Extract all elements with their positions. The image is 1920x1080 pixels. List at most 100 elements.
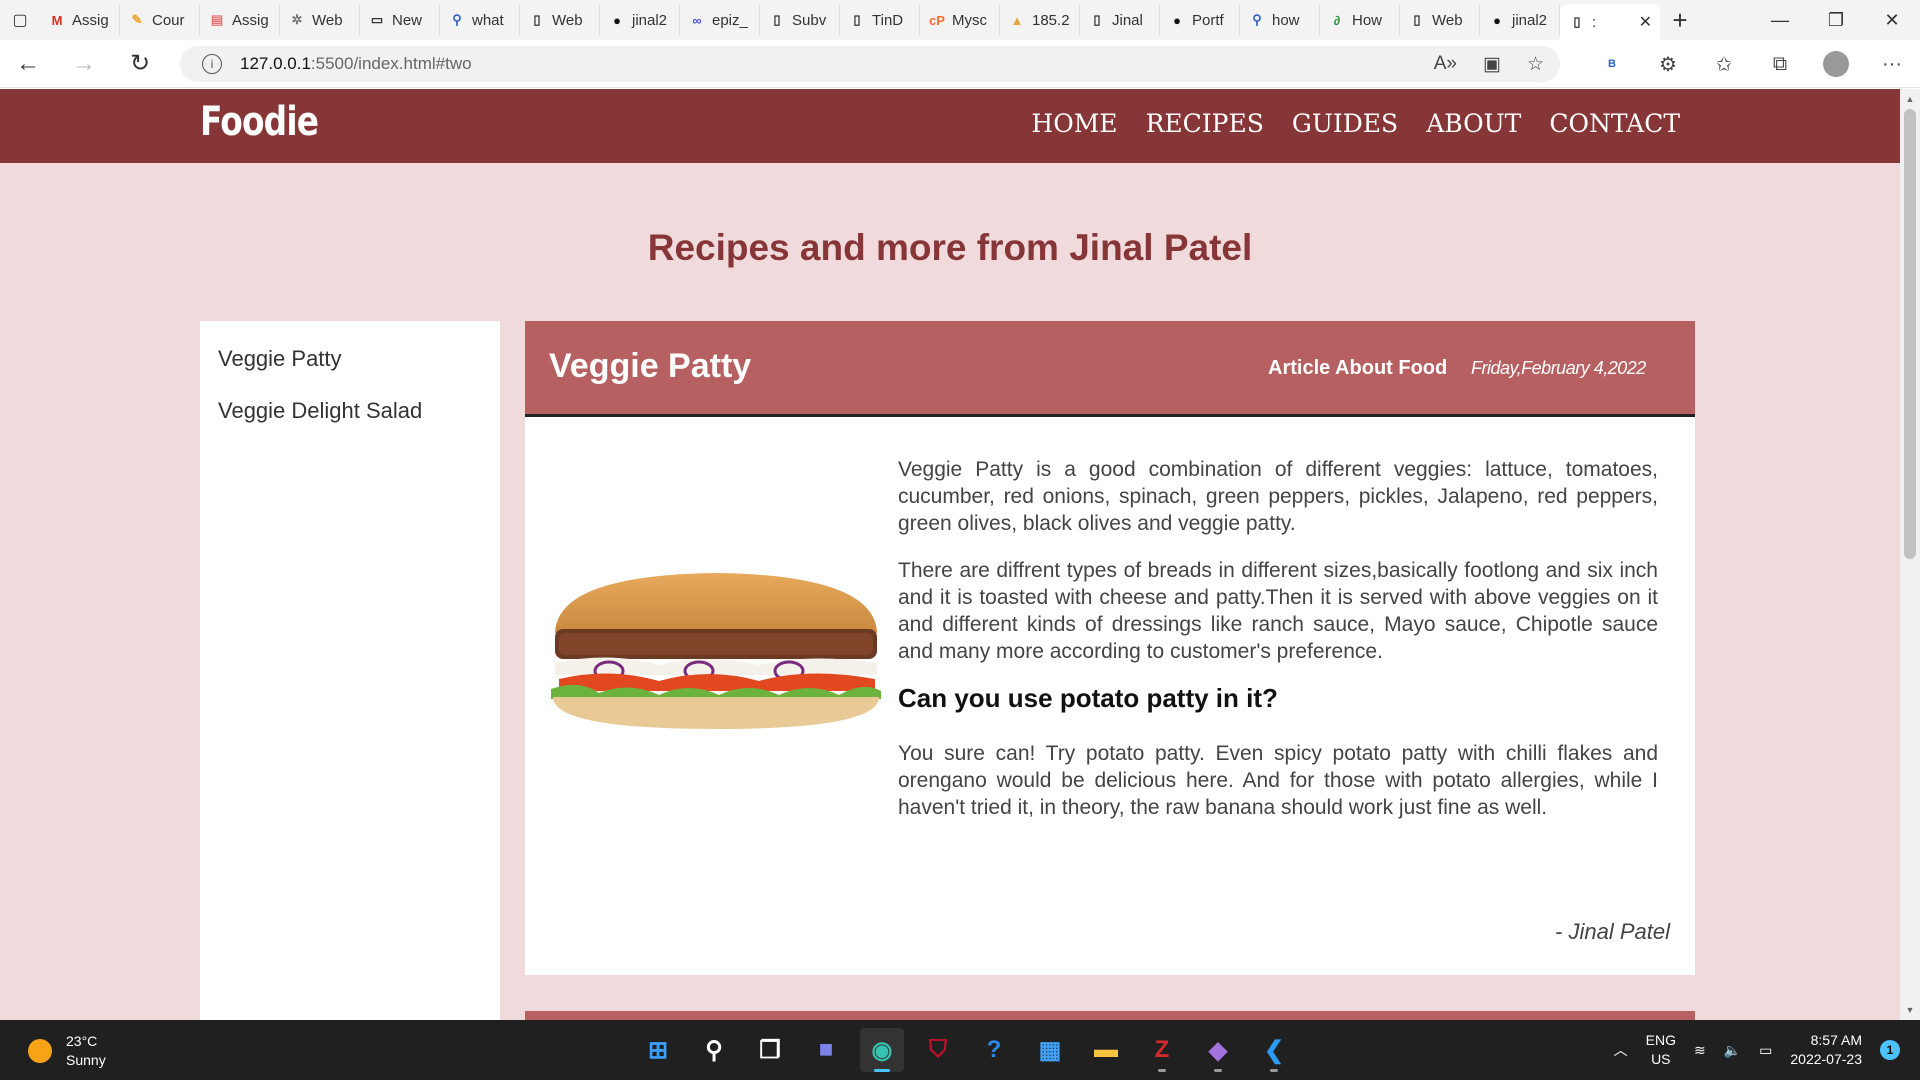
site-header: Foodie HOME RECIPES GUIDES ABOUT CONTACT bbox=[0, 89, 1900, 163]
nav-link-home[interactable]: HOME bbox=[1031, 109, 1117, 138]
clock[interactable]: 8:57 AM 2022-07-23 bbox=[1790, 1031, 1862, 1069]
tab-title: what bbox=[472, 11, 504, 29]
address-bar-actions: A» ▣ ☆ bbox=[1434, 46, 1544, 82]
recipe-sidebar: Veggie Patty Veggie Delight Salad bbox=[200, 321, 500, 1020]
search-icon: ⚲ bbox=[452, 12, 462, 27]
back-button[interactable]: ← bbox=[0, 40, 56, 88]
sidebar-recipe-link[interactable]: Veggie Patty bbox=[218, 343, 482, 374]
edge-icon[interactable]: ◉ bbox=[860, 1028, 904, 1072]
browser-tab[interactable]: ▤ Assig bbox=[200, 4, 280, 36]
browser-tab[interactable]: ▯ Web bbox=[520, 4, 600, 36]
tab-actions-icon[interactable]: ▢ bbox=[0, 0, 40, 40]
minimize-icon[interactable]: — bbox=[1752, 0, 1808, 40]
file-explorer-icon[interactable]: ▬ bbox=[1084, 1028, 1128, 1072]
store-icon[interactable]: ▦ bbox=[1028, 1028, 1072, 1072]
site-logo[interactable]: Foodie bbox=[200, 99, 319, 145]
browser-tab[interactable]: M Assig bbox=[40, 4, 120, 36]
gmail-icon: M bbox=[51, 12, 63, 28]
tab-title: Assig bbox=[72, 11, 109, 29]
profile-avatar[interactable] bbox=[1823, 51, 1849, 77]
weather-condition: Sunny bbox=[66, 1052, 106, 1068]
browser-tab[interactable]: ▯ Subv bbox=[760, 4, 840, 36]
window-controls: — ❐ ✕ bbox=[1752, 0, 1920, 40]
page-viewport: Foodie HOME RECIPES GUIDES ABOUT CONTACT Rec… bbox=[0, 89, 1900, 1020]
help-icon[interactable]: ? bbox=[972, 1028, 1016, 1072]
immersive-reader-icon[interactable]: ▣ bbox=[1483, 53, 1501, 76]
article-body: Veggie Patty is a good combination of di… bbox=[898, 456, 1658, 841]
browser-tab[interactable]: ▯ Jinal bbox=[1080, 4, 1160, 36]
forward-button[interactable]: → bbox=[56, 40, 112, 88]
page-title: Recipes and more from Jinal Patel bbox=[647, 227, 1253, 268]
scroll-down-icon[interactable]: ▼ bbox=[1900, 1000, 1920, 1020]
weather-widget[interactable]: 23°C Sunny bbox=[28, 1032, 106, 1070]
page-icon: ▯ bbox=[1093, 12, 1101, 27]
site-info-icon[interactable]: i bbox=[202, 54, 222, 74]
sidebar-recipe-link[interactable]: Veggie Delight Salad bbox=[218, 395, 482, 426]
tab-title: Web bbox=[552, 11, 583, 29]
temperature: 23°C bbox=[66, 1033, 98, 1049]
browser-tab[interactable]: ✎ Cour bbox=[120, 4, 200, 36]
chat-icon[interactable]: ■ bbox=[804, 1028, 848, 1072]
browser-tab[interactable]: ▲ 185.2 bbox=[1000, 4, 1080, 36]
browser-tab[interactable]: ✲ Web bbox=[280, 4, 360, 36]
notification-badge[interactable]: 1 bbox=[1880, 1040, 1900, 1060]
browser-tab[interactable]: ⚲ what bbox=[440, 4, 520, 36]
visual-studio-icon[interactable]: ◆ bbox=[1196, 1028, 1240, 1072]
browser-tab[interactable]: ● Portf bbox=[1160, 4, 1240, 36]
close-window-icon[interactable]: ✕ bbox=[1864, 0, 1920, 40]
scroll-thumb[interactable] bbox=[1904, 109, 1916, 559]
browser-tab[interactable]: ● jinal2 bbox=[1480, 4, 1560, 36]
mcafee-icon[interactable]: ⛉ bbox=[916, 1028, 960, 1072]
close-tab-icon[interactable]: ✕ bbox=[1639, 12, 1652, 32]
language-indicator[interactable]: ENG US bbox=[1646, 1031, 1676, 1069]
battery-icon[interactable]: ▭ bbox=[1759, 1042, 1772, 1059]
browser-tab[interactable]: ∞ epiz_ bbox=[680, 4, 760, 36]
browser-tab[interactable]: cP Mysc bbox=[920, 4, 1000, 36]
reload-button[interactable]: ↻ bbox=[112, 40, 168, 88]
nav-link-guides[interactable]: GUIDES bbox=[1292, 109, 1398, 138]
task-view-icon[interactable]: ❐ bbox=[748, 1028, 792, 1072]
browser-tab[interactable]: ∂ How bbox=[1320, 4, 1400, 36]
vscode-icon[interactable]: ❮ bbox=[1252, 1028, 1296, 1072]
tab-title: TinD bbox=[872, 11, 904, 29]
tray-overflow-icon[interactable]: ︿ bbox=[1614, 1040, 1628, 1060]
browser-tab[interactable]: ▯ Web bbox=[1400, 4, 1480, 36]
page-scrollbar[interactable]: ▲ ▼ bbox=[1900, 89, 1920, 1020]
veggie-sandwich-image bbox=[551, 573, 881, 729]
browser-tab[interactable]: ⚲ how bbox=[1240, 4, 1320, 36]
filezilla-icon[interactable]: Z bbox=[1140, 1028, 1184, 1072]
more-menu-icon[interactable]: ··· bbox=[1864, 40, 1920, 88]
scroll-up-icon[interactable]: ▲ bbox=[1900, 89, 1920, 109]
extensions-icon[interactable]: ⚙ bbox=[1640, 40, 1696, 88]
article-card: Veggie Patty Article About Food Friday,F… bbox=[525, 321, 1695, 975]
tab-title: Assig bbox=[232, 11, 269, 29]
add-favorite-icon[interactable]: ☆ bbox=[1527, 53, 1544, 76]
search-icon[interactable]: ⚲ bbox=[692, 1028, 736, 1072]
collections-icon[interactable]: ⧉ bbox=[1752, 40, 1808, 88]
tab-active[interactable]: ▯ : ✕ bbox=[1560, 4, 1660, 40]
new-tab-button[interactable]: + bbox=[1660, 0, 1700, 40]
browser-tab[interactable]: ▯ TinD bbox=[840, 4, 920, 36]
page-icon: ▯ bbox=[853, 12, 861, 27]
nav-link-contact[interactable]: CONTACT bbox=[1549, 109, 1680, 138]
restore-icon[interactable]: ❐ bbox=[1808, 0, 1864, 40]
start-icon[interactable]: ⊞ bbox=[636, 1028, 680, 1072]
browser-tab[interactable]: ▭ New bbox=[360, 4, 440, 36]
newtab-icon: ▭ bbox=[370, 12, 384, 27]
extension-b-icon[interactable]: B bbox=[1584, 40, 1640, 88]
nav-link-about[interactable]: ABOUT bbox=[1426, 109, 1521, 138]
volume-icon[interactable]: 🔈 bbox=[1724, 1042, 1741, 1059]
taskbar-apps: ⊞ ⚲ ❐ ■ ◉ ⛉ ? ▦ ▬ Z ◆ ❮ bbox=[636, 1028, 1296, 1072]
wifi-icon[interactable]: ≋ bbox=[1694, 1042, 1706, 1059]
read-aloud-icon[interactable]: A» bbox=[1434, 53, 1457, 75]
nav-link-recipes[interactable]: RECIPES bbox=[1146, 109, 1264, 138]
clock-time: 8:57 AM bbox=[1810, 1032, 1862, 1048]
clock-date: 2022-07-23 bbox=[1790, 1051, 1862, 1067]
address-bar[interactable]: i 127.0.0.1:5500/index.html#two A» ▣ ☆ bbox=[180, 46, 1560, 82]
github-icon: ● bbox=[613, 12, 621, 28]
favorites-icon[interactable]: ✩ bbox=[1696, 40, 1752, 88]
github-icon: ● bbox=[1173, 12, 1181, 28]
phpmyadmin-icon: ▲ bbox=[1010, 12, 1024, 28]
browser-tab[interactable]: ● jinal2 bbox=[600, 4, 680, 36]
tab-title: 185.2 bbox=[1032, 11, 1070, 29]
